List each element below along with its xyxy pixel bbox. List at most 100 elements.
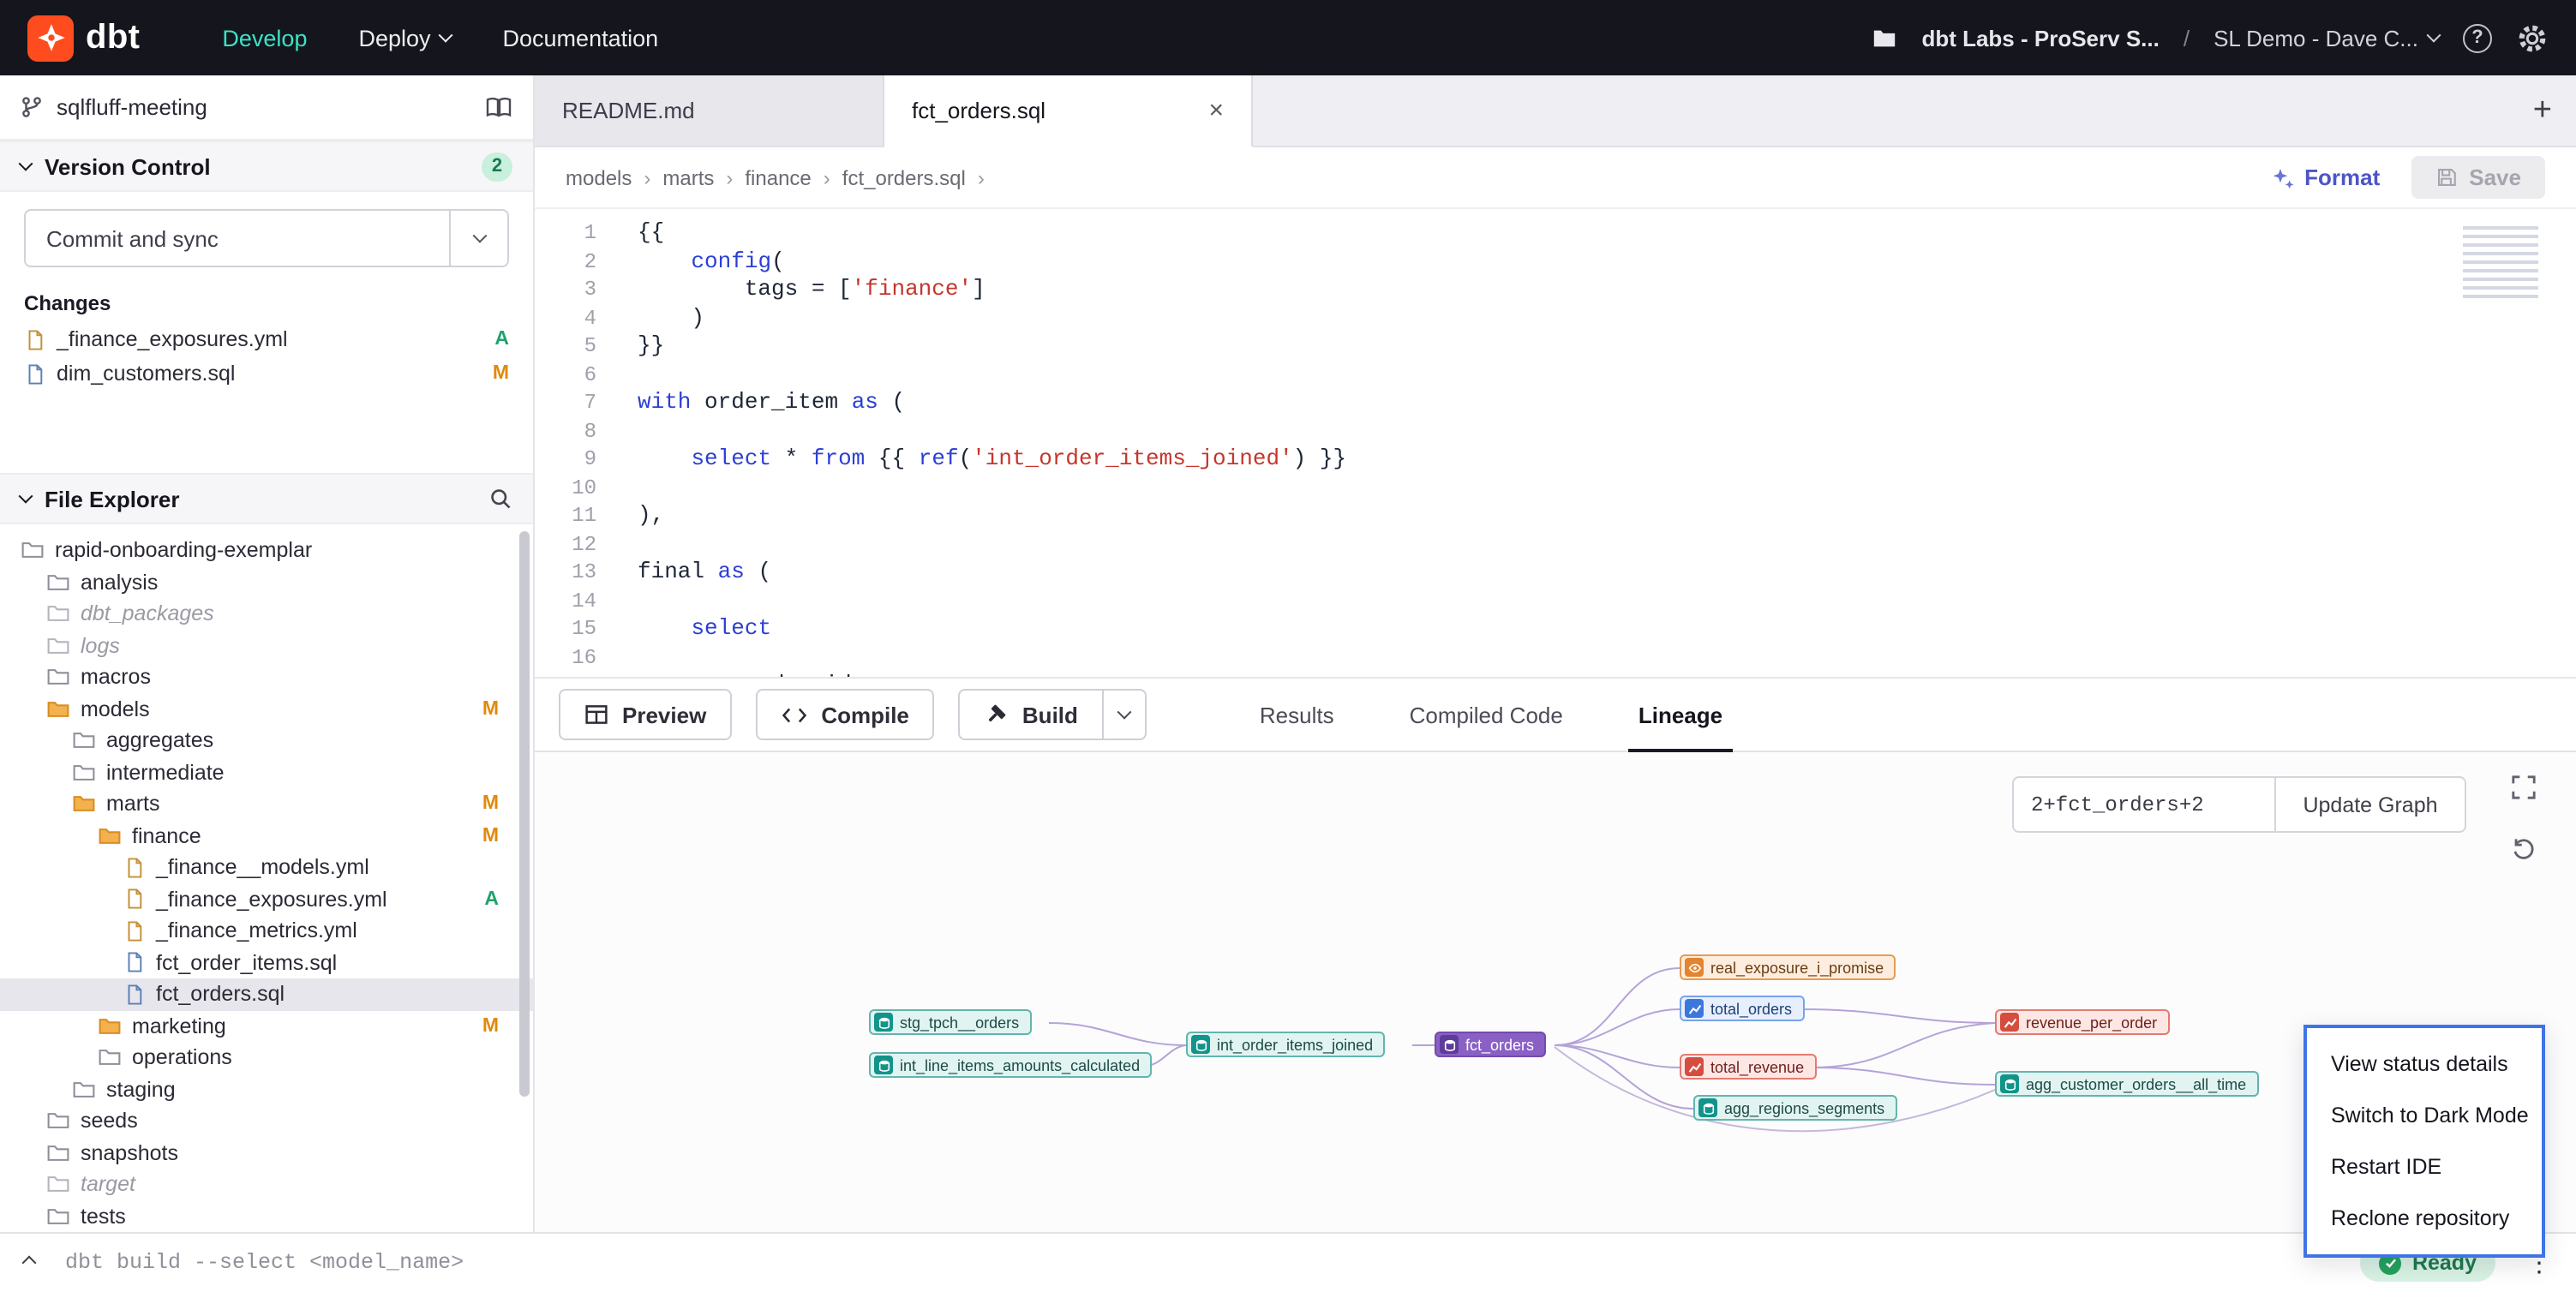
file-tree-item[interactable]: intermediate: [0, 757, 533, 788]
breadcrumb-item[interactable]: marts: [662, 165, 745, 189]
docs-icon[interactable]: [485, 95, 512, 119]
file-tree-item[interactable]: analysis: [0, 566, 533, 598]
preview-button[interactable]: Preview: [559, 689, 732, 740]
menu-item-dark-mode[interactable]: Switch to Dark Mode: [2307, 1090, 2542, 1141]
file-name: tests: [81, 1205, 126, 1229]
build-options-toggle[interactable]: [1102, 691, 1145, 739]
file-name: intermediate: [106, 761, 225, 785]
breadcrumb-item[interactable]: finance: [745, 165, 842, 189]
version-control-header[interactable]: Version Control 2: [0, 141, 533, 192]
file-tree-item[interactable]: aggregates: [0, 725, 533, 757]
lineage-node[interactable]: int_order_items_joined: [1186, 1032, 1385, 1057]
breadcrumb-item[interactable]: fct_orders.sql: [842, 165, 997, 189]
file-tree-item[interactable]: _finance__models.yml: [0, 852, 533, 883]
lineage-node[interactable]: agg_regions_segments: [1693, 1095, 1896, 1121]
code-editor[interactable]: 1234567891011121314151617 {{ config( tag…: [535, 209, 2576, 677]
tab-readme[interactable]: README.md: [535, 75, 884, 146]
lineage-selector-input[interactable]: [2012, 776, 2276, 833]
chevron-down-icon: [1117, 705, 1131, 720]
file-tree-item[interactable]: finance M: [0, 820, 533, 852]
changed-file-row[interactable]: _finance_exposures.yml A: [0, 322, 533, 356]
line-number: 2: [535, 248, 596, 276]
line-number: 15: [535, 615, 596, 643]
lineage-node[interactable]: stg_tpch__orders: [869, 1009, 1031, 1035]
file-tree-item[interactable]: _finance_exposures.yml A: [0, 883, 533, 915]
lineage-node[interactable]: total_revenue: [1680, 1054, 1816, 1080]
database-icon: [1191, 1035, 1210, 1054]
nav-develop[interactable]: Develop: [222, 25, 307, 51]
gear-icon[interactable]: [2516, 21, 2549, 54]
menu-item-restart-ide[interactable]: Restart IDE: [2307, 1141, 2542, 1193]
file-tree-item[interactable]: _finance_metrics.yml: [0, 915, 533, 947]
dbt-logo[interactable]: [27, 15, 74, 61]
lineage-node[interactable]: total_orders: [1680, 996, 1804, 1021]
file-tree-item[interactable]: logs: [0, 630, 533, 661]
file-name: models: [81, 697, 150, 721]
project-selector[interactable]: SL Demo - Dave C...: [2214, 25, 2439, 51]
commit-options-toggle[interactable]: [449, 211, 507, 266]
lineage-node[interactable]: revenue_per_order: [1995, 1009, 2169, 1035]
git-status-badge: M: [482, 826, 499, 846]
file-tree-item[interactable]: seeds: [0, 1105, 533, 1137]
file-tree-item[interactable]: staging: [0, 1074, 533, 1105]
folder-icon: [98, 824, 122, 848]
nav-deploy[interactable]: Deploy: [358, 25, 451, 51]
search-icon[interactable]: [488, 487, 512, 511]
changed-file-row[interactable]: dim_customers.sql M: [0, 356, 533, 391]
database-icon: [874, 1013, 893, 1032]
new-tab-button[interactable]: +: [2533, 75, 2552, 146]
help-icon[interactable]: ?: [2463, 23, 2492, 52]
chevron-down-icon: [19, 157, 33, 171]
lineage-canvas[interactable]: Update Graph stg_tpch__orders int_line_i…: [535, 752, 2576, 1232]
file-tree-item[interactable]: dbt_packages: [0, 598, 533, 630]
file-name: target: [81, 1173, 135, 1197]
menu-item-reclone-repo[interactable]: Reclone repository: [2307, 1193, 2542, 1244]
folder-icon: [46, 571, 70, 595]
file-tree-item[interactable]: macros: [0, 661, 533, 693]
compile-button[interactable]: Compile: [756, 689, 935, 740]
file-tree-item[interactable]: target: [0, 1169, 533, 1200]
chevron-up-icon[interactable]: [22, 1256, 37, 1271]
format-button[interactable]: Format: [2270, 164, 2380, 190]
file-tree-item[interactable]: marketing M: [0, 1010, 533, 1042]
top-navbar: dbt Develop Deploy Documentation dbt Lab…: [0, 0, 2576, 75]
line-number: 1: [535, 219, 596, 248]
file-tree-item[interactable]: snapshots: [0, 1137, 533, 1169]
minimap[interactable]: [2463, 226, 2538, 298]
lineage-node[interactable]: agg_customer_orders__all_time: [1995, 1071, 2258, 1097]
close-icon[interactable]: ×: [1208, 98, 1224, 123]
file-tree-item[interactable]: marts M: [0, 788, 533, 820]
sidebar-scrollbar[interactable]: [519, 531, 530, 1097]
fullscreen-icon[interactable]: [2502, 766, 2543, 807]
command-input[interactable]: dbt build --select <model_name>: [65, 1251, 2330, 1275]
reset-zoom-icon[interactable]: [2502, 828, 2543, 869]
tab-lineage[interactable]: Lineage: [1638, 679, 1722, 751]
build-button[interactable]: Build: [959, 689, 1147, 740]
git-branch-row[interactable]: sqlfluff-meeting: [0, 75, 533, 141]
code-line: [638, 417, 2576, 446]
file-tree-item[interactable]: fct_orders.sql: [0, 978, 533, 1010]
save-button[interactable]: Save: [2411, 156, 2545, 199]
file-tree-item[interactable]: fct_order_items.sql: [0, 947, 533, 978]
lineage-node[interactable]: real_exposure_i_promise: [1680, 954, 1896, 980]
breadcrumb-item[interactable]: models: [566, 165, 662, 189]
file-tree-item[interactable]: rapid-onboarding-exemplar: [0, 535, 533, 566]
lineage-node-selected[interactable]: fct_orders: [1435, 1032, 1546, 1057]
nav-documentation[interactable]: Documentation: [503, 25, 659, 51]
menu-item-view-status[interactable]: View status details: [2307, 1038, 2542, 1090]
account-name[interactable]: dbt Labs - ProServ S...: [1921, 25, 2159, 51]
tab-results[interactable]: Results: [1260, 679, 1334, 751]
update-graph-button[interactable]: Update Graph: [2274, 776, 2466, 833]
file-icon: [123, 920, 146, 942]
file-tree-item[interactable]: tests: [0, 1200, 533, 1232]
code-content[interactable]: {{ config( tags = ['finance'] )}} with o…: [610, 209, 2576, 677]
file-icon: [123, 888, 146, 911]
file-tree-item[interactable]: operations: [0, 1042, 533, 1074]
folder-icon: [46, 634, 70, 658]
tab-compiled-code[interactable]: Compiled Code: [1410, 679, 1563, 751]
file-explorer-header[interactable]: File Explorer: [0, 473, 533, 524]
file-tree-item[interactable]: models M: [0, 693, 533, 725]
lineage-node[interactable]: int_line_items_amounts_calculated: [869, 1052, 1152, 1078]
tab-fct-orders[interactable]: fct_orders.sql ×: [884, 75, 1253, 147]
commit-and-sync-button[interactable]: Commit and sync: [24, 209, 509, 267]
